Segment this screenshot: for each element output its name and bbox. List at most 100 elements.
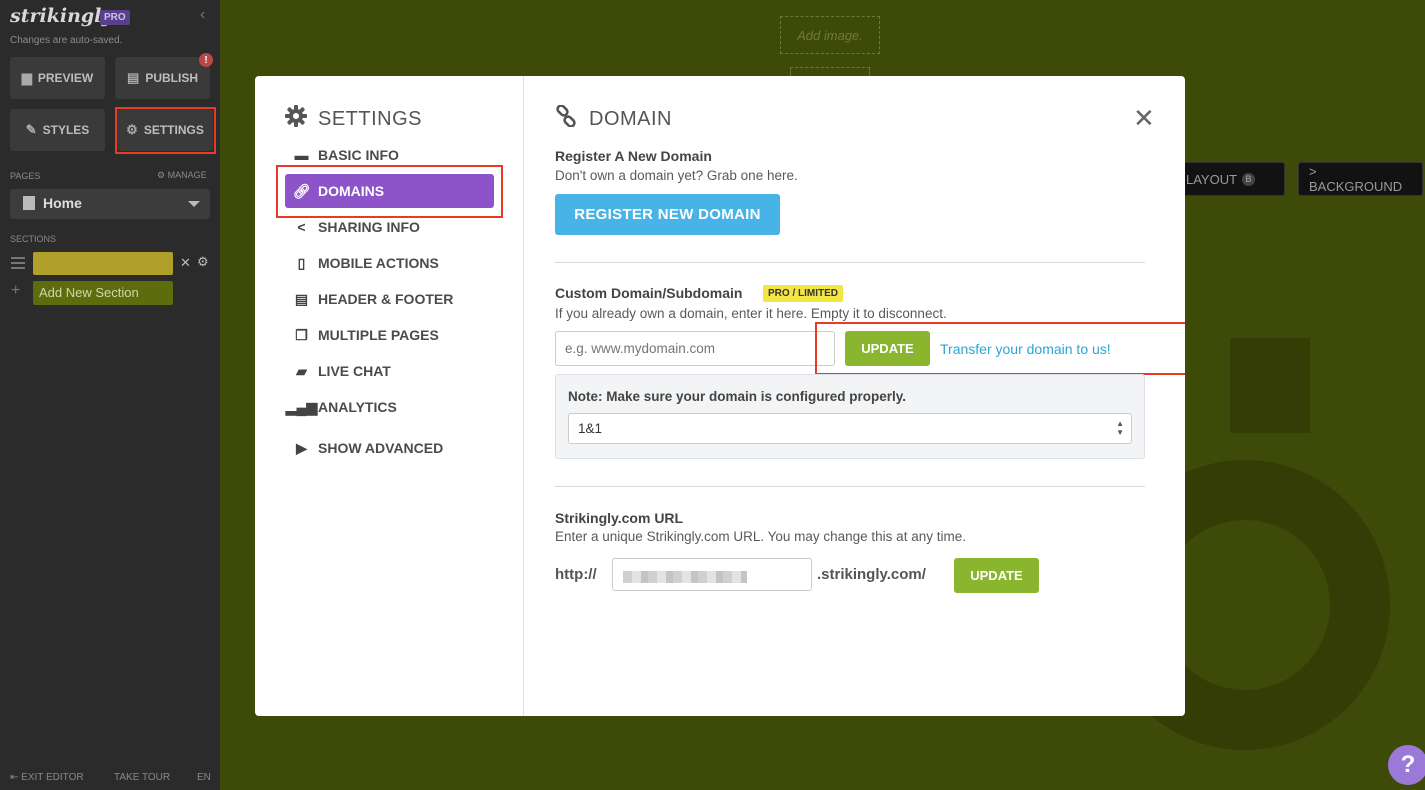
add-section-button[interactable]: Add New Section: [33, 281, 173, 305]
nav-label: LIVE CHAT: [318, 363, 391, 379]
transfer-domain-link[interactable]: Transfer your domain to us!: [940, 341, 1111, 357]
publish-alert-badge: !: [199, 53, 213, 67]
nav-label: SHARING INFO: [318, 219, 420, 235]
styles-label: STYLES: [42, 123, 90, 137]
chevron-down-icon: [188, 201, 200, 207]
plus-icon[interactable]: +: [11, 282, 20, 300]
publish-icon: ▤: [127, 70, 140, 85]
settings-button[interactable]: ⚙ SETTINGS: [117, 109, 213, 151]
nav-label: HEADER & FOOTER: [318, 291, 454, 307]
preview-icon: ▆: [21, 70, 32, 85]
background-shape: [1230, 338, 1310, 433]
update-domain-button[interactable]: UPDATE: [845, 331, 930, 366]
settings-label: SETTINGS: [143, 123, 204, 137]
nav-label: MULTIPLE PAGES: [318, 327, 439, 343]
domain-title: DOMAIN: [555, 104, 672, 133]
link-icon: [555, 104, 577, 133]
pro-limited-tag: PRO / LIMITED: [763, 285, 843, 302]
chat-icon: ▰: [296, 362, 307, 379]
domain-note-panel: Note: Make sure your domain is configure…: [555, 374, 1145, 459]
nav-show-advanced[interactable]: ▶ SHOW ADVANCED: [285, 431, 494, 465]
domain-panel: DOMAIN ✕ Register A New Domain Don't own…: [525, 76, 1185, 716]
custom-domain-text: If you already own a domain, enter it he…: [555, 306, 947, 321]
subdomain-input[interactable]: [612, 558, 812, 591]
nav-header-footer[interactable]: ▤ HEADER & FOOTER: [285, 282, 494, 316]
mobile-icon: ▯: [297, 254, 306, 271]
nav-label: DOMAINS: [318, 183, 385, 199]
collapse-sidebar-icon[interactable]: ‹: [200, 6, 205, 24]
nav-multiple-pages[interactable]: ❐ MULTIPLE PAGES: [285, 318, 494, 352]
nav-domains[interactable]: 🔗︎ DOMAINS: [285, 174, 494, 208]
register-heading: Register A New Domain: [555, 148, 712, 164]
nav-live-chat[interactable]: ▰ LIVE CHAT: [285, 354, 494, 388]
nav-label: BASIC INFO: [318, 147, 399, 163]
nav-label: SHOW ADVANCED: [318, 440, 444, 456]
settings-nav: SETTINGS ▬ BASIC INFO 🔗︎ DOMAINS < SHARI…: [255, 76, 524, 716]
note-text: Note: Make sure your domain is configure…: [568, 389, 907, 404]
share-icon: <: [297, 219, 306, 235]
add-image-placeholder[interactable]: Add image.: [780, 16, 880, 54]
layout-button[interactable]: LAYOUT B: [1175, 162, 1285, 196]
take-tour-link[interactable]: TAKE TOUR: [114, 772, 170, 783]
layout-badge: B: [1242, 172, 1256, 186]
url-prefix: http://: [555, 566, 597, 583]
nav-label: MOBILE ACTIONS: [318, 255, 439, 271]
pages-icon: ❐: [295, 326, 308, 343]
header-footer-icon: ▤: [294, 290, 309, 307]
page-selector[interactable]: Home: [10, 189, 210, 219]
current-page-label: Home: [43, 195, 82, 211]
settings-title: SETTINGS: [285, 105, 422, 133]
redacted-value: [623, 571, 747, 583]
pro-badge: PRO: [100, 10, 130, 25]
register-text: Don't own a domain yet? Grab one here.: [555, 168, 798, 183]
exit-editor-label: EXIT EDITOR: [21, 772, 84, 783]
link-icon: 🔗︎: [292, 182, 311, 199]
publish-label: PUBLISH: [145, 71, 198, 85]
divider: [555, 486, 1145, 487]
section-item[interactable]: [33, 252, 173, 275]
manage-label: MANAGE: [167, 170, 207, 180]
briefcase-icon: ▬: [294, 147, 309, 163]
custom-domain-heading: Custom Domain/Subdomain: [555, 285, 743, 301]
provider-selected: 1&1: [578, 421, 603, 436]
sections-label: SECTIONS: [10, 234, 57, 244]
page-icon: [23, 196, 35, 210]
pages-label: PAGES: [10, 171, 41, 181]
manage-pages-link[interactable]: ⚙ MANAGE: [157, 170, 207, 181]
exit-editor-link[interactable]: ⇤ EXIT EDITOR: [10, 772, 84, 783]
gear-icon: ⚙: [157, 170, 166, 180]
styles-button[interactable]: ✎ STYLES: [10, 109, 105, 151]
divider: [555, 262, 1145, 263]
preview-button[interactable]: ▆ PREVIEW: [10, 57, 105, 99]
settings-modal: SETTINGS ▬ BASIC INFO 🔗︎ DOMAINS < SHARI…: [255, 76, 1185, 716]
url-suffix: .strikingly.com/: [817, 566, 926, 583]
autosave-status: Changes are auto-saved.: [10, 35, 123, 46]
nav-analytics[interactable]: ▂▄▆ ANALYTICS: [285, 390, 494, 424]
publish-button[interactable]: ▤ PUBLISH: [115, 57, 210, 99]
strikingly-url-text: Enter a unique Strikingly.com URL. You m…: [555, 529, 966, 544]
preview-label: PREVIEW: [37, 71, 94, 85]
language-selector[interactable]: EN: [197, 772, 211, 783]
strikingly-logo: strikingly: [10, 5, 113, 27]
close-icon[interactable]: ✕: [1133, 103, 1155, 134]
nav-mobile-actions[interactable]: ▯ MOBILE ACTIONS: [285, 246, 494, 280]
nav-sharing-info[interactable]: < SHARING INFO: [285, 210, 494, 244]
select-arrows-icon: ▲ ▼: [1116, 419, 1124, 437]
help-button[interactable]: ?: [1388, 745, 1425, 785]
exit-icon: ⇤: [10, 772, 19, 783]
layout-label: LAYOUT: [1186, 171, 1238, 187]
advanced-icon: ▶: [296, 439, 307, 456]
register-domain-button[interactable]: REGISTER NEW DOMAIN: [555, 194, 780, 235]
nav-basic-info[interactable]: ▬ BASIC INFO: [285, 138, 494, 172]
custom-domain-input[interactable]: [555, 331, 835, 366]
section-settings-icon[interactable]: ⚙: [197, 254, 209, 270]
drag-handle-icon[interactable]: [11, 257, 25, 272]
update-url-button[interactable]: UPDATE: [954, 558, 1039, 593]
domain-title-label: DOMAIN: [589, 107, 672, 130]
brush-icon: ✎: [25, 122, 37, 137]
gear-icon: [285, 105, 307, 133]
background-button[interactable]: > BACKGROUND: [1298, 162, 1423, 196]
strikingly-url-heading: Strikingly.com URL: [555, 510, 684, 526]
provider-select[interactable]: 1&1 ▲ ▼: [568, 413, 1132, 444]
delete-section-icon[interactable]: ✕: [180, 255, 191, 271]
